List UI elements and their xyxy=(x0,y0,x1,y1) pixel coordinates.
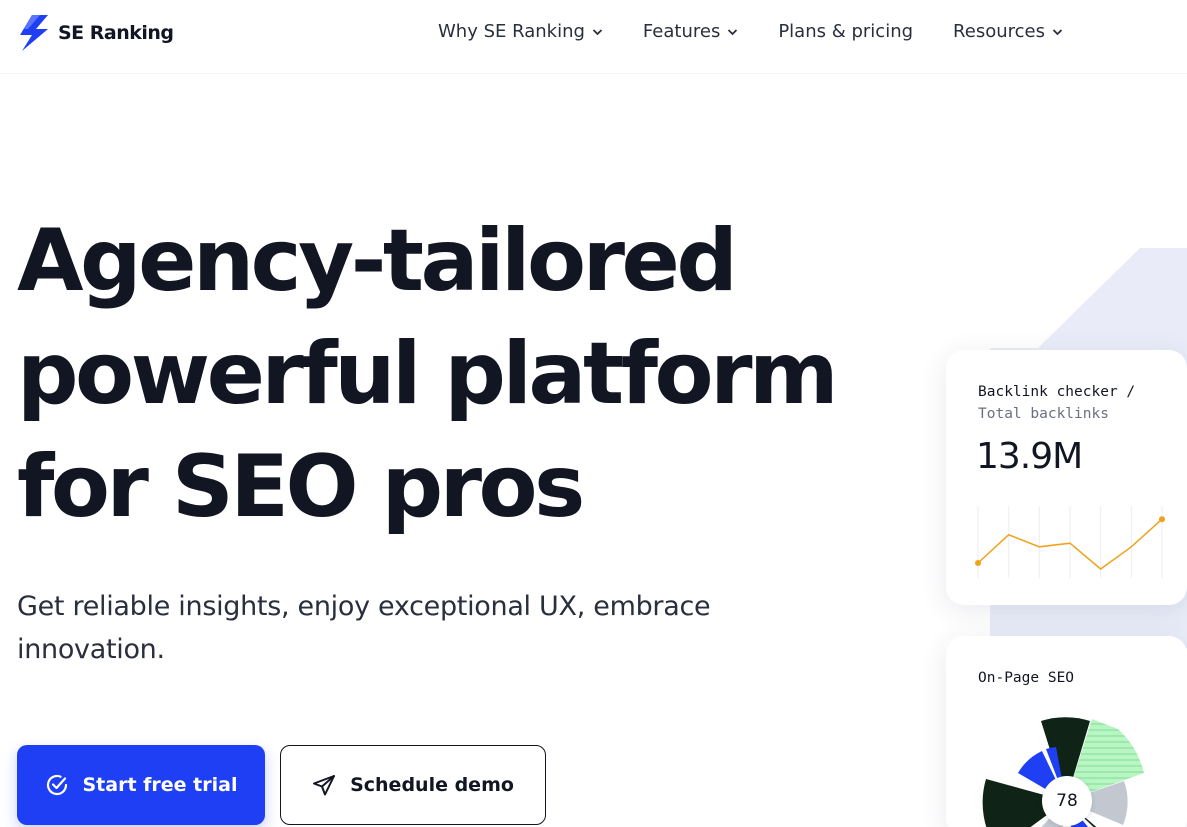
start-free-trial-button[interactable]: Start free trial xyxy=(17,745,265,825)
backlink-checker-card: Backlink checker / Total backlinks 13.9M xyxy=(946,350,1187,605)
chevron-down-icon xyxy=(592,28,603,35)
nav-item-label: Plans & pricing xyxy=(778,21,914,42)
schedule-demo-label: Schedule demo xyxy=(350,774,514,796)
nav-item-features[interactable]: Features xyxy=(643,21,738,42)
nav-item-label: Resources xyxy=(953,21,1045,42)
nav-item-label: Features xyxy=(642,21,721,42)
backlinks-trend-chart xyxy=(975,506,1165,578)
hero-title: Agency-tailored powerful platform for SE… xyxy=(17,205,839,544)
logo-icon xyxy=(20,15,48,51)
trend-point xyxy=(975,560,981,566)
hero-subtitle: Get reliable insights, enjoy exceptional… xyxy=(17,591,711,665)
hero-title-line: powerful platform xyxy=(17,324,839,424)
trend-point xyxy=(1159,516,1165,523)
card-title: On-Page SEO xyxy=(978,670,1075,686)
check-circle-icon xyxy=(46,774,67,796)
nav-item-plans-pricing[interactable]: Plans & pricing xyxy=(778,21,913,42)
chevron-down-icon xyxy=(728,28,738,35)
site-header: SE Ranking Why SE Ranking Features Plans… xyxy=(0,0,1187,73)
card-subtitle: Total backlinks xyxy=(978,406,1109,422)
nav-item-why-se-ranking[interactable]: Why SE Ranking xyxy=(438,21,603,42)
hero-title-line: Agency-tailored xyxy=(17,211,738,311)
main-nav: Why SE Ranking Features Plans & pricing … xyxy=(438,21,1103,42)
nav-item-label: Why SE Ranking xyxy=(438,21,585,42)
nav-item-resources[interactable]: Resources xyxy=(953,21,1063,42)
hero-title-line: for SEO pros xyxy=(17,437,585,537)
paper-plane-icon xyxy=(313,775,336,796)
chevron-down-icon xyxy=(1052,28,1063,35)
start-free-trial-label: Start free trial xyxy=(82,774,238,796)
logo[interactable]: SE Ranking xyxy=(18,15,174,51)
logo-text: SE Ranking xyxy=(58,22,174,44)
schedule-demo-button[interactable]: Schedule demo xyxy=(280,745,546,825)
on-page-score: 78 xyxy=(1042,776,1092,826)
total-backlinks-value: 13.9M xyxy=(976,436,1083,477)
on-page-seo-card: On-Page SEO 78 xyxy=(946,636,1187,827)
card-title: Backlink checker / xyxy=(978,384,1136,400)
